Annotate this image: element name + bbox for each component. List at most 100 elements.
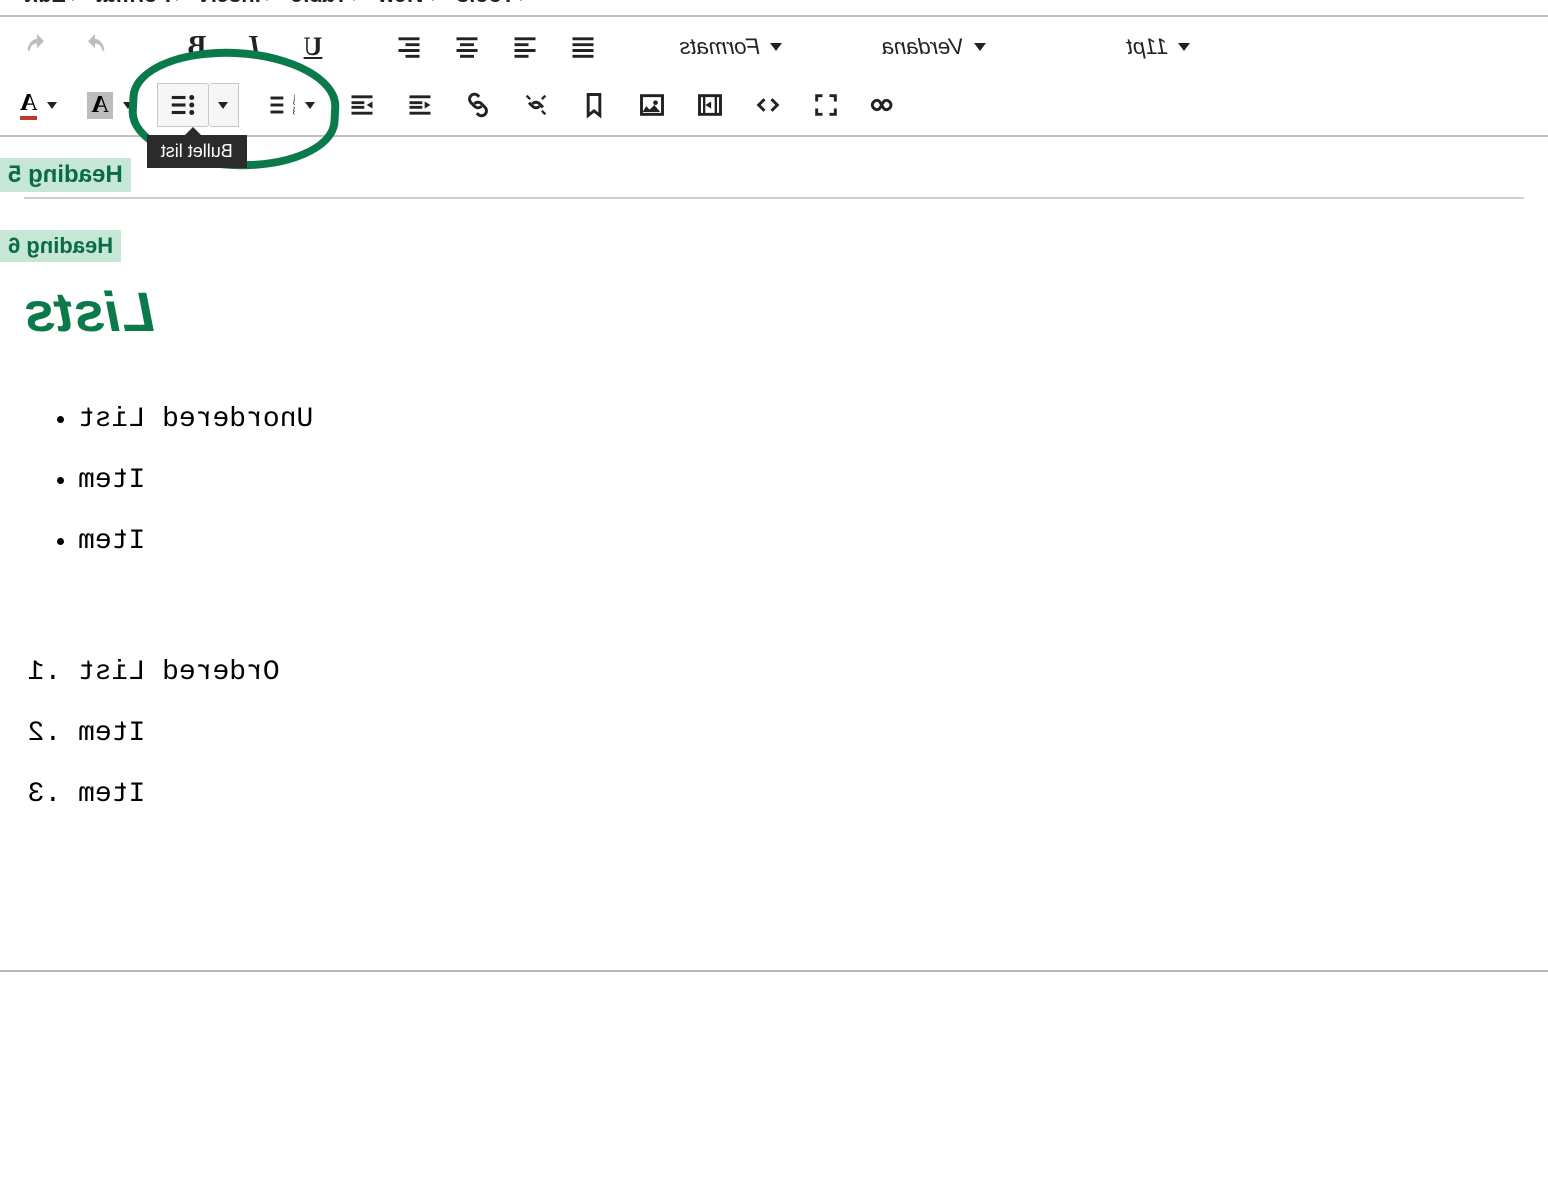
toolbar-row-2: A A Bullet list 1 2 xyxy=(20,81,1528,129)
menu-tools-label: Tools xyxy=(456,0,514,8)
text-color-button[interactable]: A xyxy=(20,83,63,127)
font-size-label: 11pt xyxy=(1127,34,1168,60)
menu-tools[interactable]: Tools xyxy=(456,0,526,8)
menu-insert[interactable]: Insert xyxy=(200,0,272,8)
toolbar: B I U Formats Verdana 11pt xyxy=(0,15,1548,137)
menu-format[interactable]: Format xyxy=(96,0,183,8)
align-left-icon xyxy=(395,33,423,61)
background-color-button[interactable]: A xyxy=(87,83,138,127)
menu-edit[interactable]: Edit xyxy=(24,0,78,8)
numbered-list-dropdown[interactable] xyxy=(299,83,321,127)
indent-icon xyxy=(348,91,376,119)
menu-table[interactable]: Table xyxy=(290,0,359,8)
code-icon xyxy=(754,91,782,119)
horizontal-rule xyxy=(24,197,1524,199)
heading6-preview: Heading 6 xyxy=(0,230,121,262)
chevron-down-icon xyxy=(349,0,359,1)
formats-select[interactable]: Formats xyxy=(662,34,782,60)
redo-icon xyxy=(81,33,109,61)
link-icon xyxy=(464,91,492,119)
italic-button[interactable]: I xyxy=(238,30,272,64)
fullscreen-button[interactable] xyxy=(809,88,843,122)
chevron-down-icon xyxy=(1178,43,1190,51)
menu-table-label: Table xyxy=(290,0,347,8)
formats-select-label: Formats xyxy=(679,34,760,60)
image-icon xyxy=(638,91,666,119)
chevron-down-icon xyxy=(974,43,986,51)
chevron-down-icon xyxy=(428,0,438,1)
bold-icon: B xyxy=(188,31,207,63)
align-right-icon xyxy=(511,33,539,61)
menu-format-label: Format xyxy=(96,0,171,8)
list-item: Item xyxy=(78,465,1524,496)
infinity-button[interactable] xyxy=(867,88,901,122)
outdent-icon xyxy=(406,91,434,119)
chevron-down-icon xyxy=(516,0,526,1)
bookmark-icon xyxy=(580,91,608,119)
list-item: Unordered List xyxy=(78,404,1524,435)
outdent-button[interactable] xyxy=(403,88,437,122)
chevron-down-icon xyxy=(218,102,228,109)
align-justify-button[interactable] xyxy=(566,30,600,64)
text-color-icon: A xyxy=(20,91,37,120)
bullet-list-tooltip: Bullet list xyxy=(147,135,247,168)
insert-image-button[interactable] xyxy=(635,88,669,122)
align-center-button[interactable] xyxy=(450,30,484,64)
list-item: Item xyxy=(78,779,1524,810)
menu-edit-label: Edit xyxy=(24,0,66,8)
font-family-label: Verdana xyxy=(882,34,964,60)
background-color-dropdown[interactable] xyxy=(117,83,139,127)
infinity-icon xyxy=(870,91,898,119)
svg-text:3: 3 xyxy=(292,107,295,116)
insert-link-button[interactable] xyxy=(461,88,495,122)
font-family-select[interactable]: Verdana xyxy=(806,34,986,60)
align-left-button[interactable] xyxy=(392,30,426,64)
underline-icon: U xyxy=(304,32,323,62)
chevron-down-icon xyxy=(47,102,57,109)
list-item: Ordered List xyxy=(78,657,1524,688)
editor-content[interactable]: Lists Unordered List Item Item Ordered L… xyxy=(0,137,1548,972)
source-code-button[interactable] xyxy=(751,88,785,122)
numbered-list-button[interactable]: 1 2 3 xyxy=(263,83,299,127)
menu-view-label: View xyxy=(377,0,426,8)
list-item: Item xyxy=(78,718,1524,749)
bullet-list-button[interactable] xyxy=(157,83,209,127)
background-color-icon: A xyxy=(87,92,112,119)
toolbar-row-1: B I U Formats Verdana 11pt xyxy=(20,23,1528,71)
bullet-list-icon xyxy=(168,90,198,120)
bold-button[interactable]: B xyxy=(180,30,214,64)
ordered-list: Ordered List Item Item xyxy=(24,657,1524,810)
chevron-down-icon xyxy=(305,102,315,109)
undo-button[interactable] xyxy=(20,30,54,64)
remove-link-button[interactable] xyxy=(519,88,553,122)
insert-media-button[interactable] xyxy=(693,88,727,122)
chevron-down-icon xyxy=(123,102,133,109)
chevron-down-icon xyxy=(262,0,272,1)
align-justify-icon xyxy=(569,33,597,61)
indent-button[interactable] xyxy=(345,88,379,122)
font-size-select[interactable]: 11pt xyxy=(1010,34,1190,60)
numbered-list-group: 1 2 3 xyxy=(263,83,321,127)
heading5-preview: Heading 5 xyxy=(0,158,131,192)
bullet-list-group: Bullet list xyxy=(157,83,239,127)
numbered-list-icon: 1 2 3 xyxy=(267,91,295,119)
align-right-button[interactable] xyxy=(508,30,542,64)
chevron-down-icon xyxy=(68,0,78,1)
unordered-list: Unordered List Item Item xyxy=(24,404,1524,557)
chevron-down-icon xyxy=(770,43,782,51)
menu-insert-label: Insert xyxy=(200,0,260,8)
underline-button[interactable]: U xyxy=(296,30,330,64)
anchor-button[interactable] xyxy=(577,88,611,122)
bullet-list-dropdown[interactable] xyxy=(209,83,239,127)
list-item: Item xyxy=(78,526,1524,557)
menubar: Edit Format Insert Table View Tools xyxy=(0,0,1548,15)
media-icon xyxy=(696,91,724,119)
menu-view[interactable]: View xyxy=(377,0,438,8)
unlink-icon xyxy=(522,91,550,119)
text-color-dropdown[interactable] xyxy=(41,83,63,127)
redo-button[interactable] xyxy=(78,30,112,64)
undo-icon xyxy=(23,33,51,61)
chevron-down-icon xyxy=(172,0,182,1)
lists-heading: Lists xyxy=(24,279,1524,344)
align-center-icon xyxy=(453,33,481,61)
